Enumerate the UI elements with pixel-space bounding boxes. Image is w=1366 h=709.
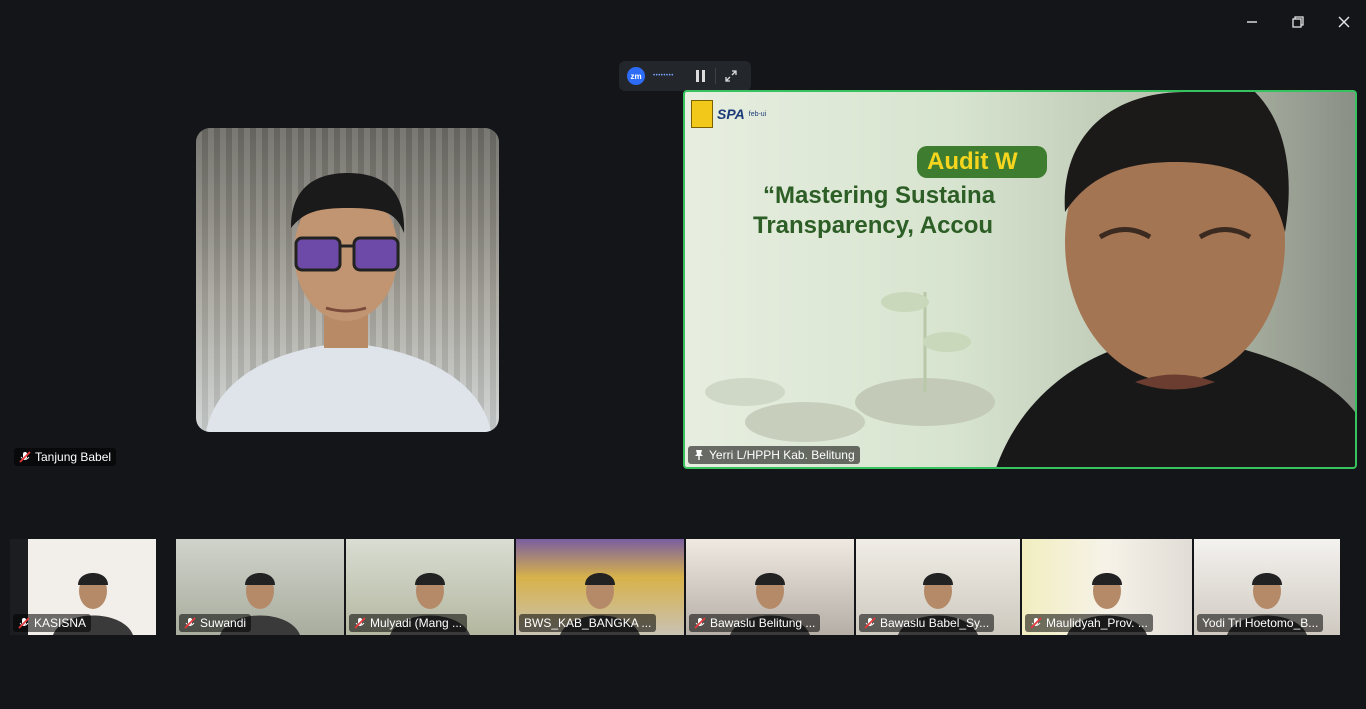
participant-name: BWS_KAB_BANGKA ... xyxy=(524,616,652,630)
video-tile-strip[interactable]: BWS_KAB_BANGKA ... xyxy=(516,539,684,635)
close-icon[interactable] xyxy=(1331,10,1357,34)
participant-video xyxy=(206,173,491,432)
participant-name: KASISNA xyxy=(34,616,87,630)
participant-label: KASISNA xyxy=(13,614,92,632)
restore-icon[interactable] xyxy=(1285,10,1311,34)
video-tile-tanjung-babel[interactable] xyxy=(196,128,499,432)
participant-name: Bawaslu Babel_Sy... xyxy=(880,616,990,630)
participant-name: Yodi Tri Hoetomo_B... xyxy=(1202,616,1319,630)
divider xyxy=(715,68,716,84)
participant-label: Bawaslu Babel_Sy... xyxy=(859,614,995,632)
participant-label: Yodi Tri Hoetomo_B... xyxy=(1197,614,1324,632)
expand-icon[interactable] xyxy=(724,69,738,83)
video-tile-strip[interactable]: Mulyadi (Mang ... xyxy=(346,539,514,635)
pause-icon[interactable] xyxy=(695,69,707,83)
mic-muted-icon xyxy=(18,617,30,629)
pin-icon xyxy=(695,450,703,460)
mic-muted-icon xyxy=(694,617,706,629)
mic-muted-icon xyxy=(19,451,31,463)
zoom-logo-icon: zm xyxy=(627,67,645,85)
mic-muted-icon xyxy=(184,617,196,629)
video-tile-active-speaker[interactable]: SPA feb-ui Audit W “Mastering Sustaina T… xyxy=(683,90,1357,469)
video-tile-strip[interactable]: Suwandi xyxy=(176,539,344,635)
video-tile-strip[interactable]: Maulidyah_Prov. ... xyxy=(1022,539,1192,635)
participant-label: Maulidyah_Prov. ... xyxy=(1025,614,1153,632)
recording-bar: zm •••••••• xyxy=(619,61,751,91)
speaker-video xyxy=(996,92,1355,467)
mic-muted-icon xyxy=(1030,617,1042,629)
university-seal-icon xyxy=(691,100,713,128)
participant-name: Suwandi xyxy=(200,616,247,630)
video-tile-strip[interactable]: KASISNA xyxy=(10,539,156,635)
participant-label: Mulyadi (Mang ... xyxy=(349,614,468,632)
recording-status: •••••••• xyxy=(653,73,674,79)
slide-logo: SPA feb-ui xyxy=(691,98,783,130)
participant-name: Mulyadi (Mang ... xyxy=(370,616,463,630)
mic-muted-icon xyxy=(354,617,366,629)
participant-name: Yerri L/HPPH Kab. Belitung xyxy=(709,448,855,462)
video-tile-strip[interactable]: Bawaslu Belitung ... xyxy=(686,539,854,635)
participant-label: Tanjung Babel xyxy=(14,448,117,466)
participant-name: Bawaslu Belitung ... xyxy=(710,616,816,630)
zoom-meeting-window: zm •••••••• Tanjung Babel SPA feb-ui “Ma… xyxy=(0,0,1366,709)
video-tile-strip[interactable]: Yodi Tri Hoetomo_B... xyxy=(1194,539,1340,635)
slide-logo-sub: feb-ui xyxy=(748,110,767,118)
minimize-icon[interactable] xyxy=(1239,10,1265,34)
participant-name: Maulidyah_Prov. ... xyxy=(1046,616,1148,630)
slide-logo-text: SPA xyxy=(717,106,745,122)
participant-label: Bawaslu Belitung ... xyxy=(689,614,821,632)
participant-label: Yerri L/HPPH Kab. Belitung xyxy=(688,446,860,464)
participant-label: Suwandi xyxy=(179,614,252,632)
video-tile-strip[interactable]: Bawaslu Babel_Sy... xyxy=(856,539,1020,635)
mic-muted-icon xyxy=(864,617,876,629)
participant-name: Tanjung Babel xyxy=(35,450,112,464)
participant-label: BWS_KAB_BANGKA ... xyxy=(519,614,657,632)
